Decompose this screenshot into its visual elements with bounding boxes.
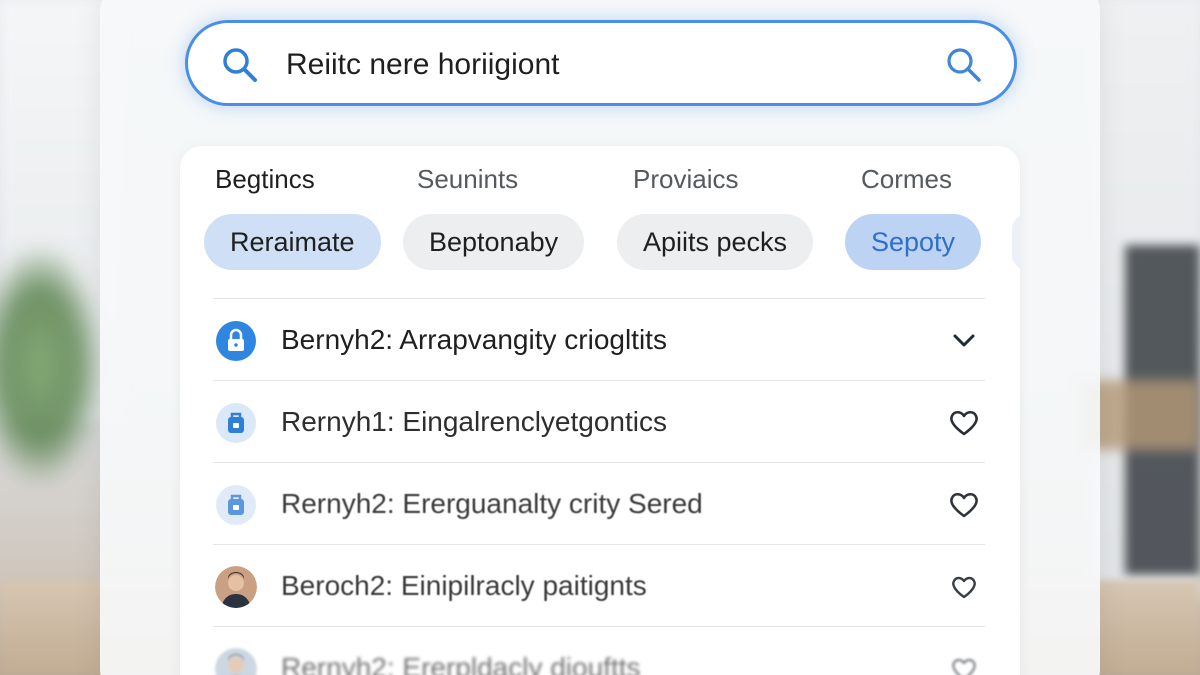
search-input[interactable]	[286, 43, 886, 87]
result-label: Rernyh2: Ererpldacly diouftts	[281, 652, 641, 675]
chip-reraimate[interactable]: Reraimate	[204, 214, 381, 270]
heart-icon[interactable]	[947, 488, 981, 522]
heart-icon[interactable]	[947, 652, 981, 675]
result-label: Rernyh1: Eingalrenclyetgontics	[281, 406, 667, 437]
tab-proviaics[interactable]: Proviaics	[633, 164, 738, 195]
divider	[213, 544, 985, 545]
list-item[interactable]: Rernyh2: Ererguanalty crity Sered	[213, 464, 985, 544]
results-card: Begtincs Seunints Proviaics Cormes Rerai…	[180, 146, 1020, 675]
divider	[213, 626, 985, 627]
heart-icon[interactable]	[947, 570, 981, 604]
chip-overflow[interactable]	[1012, 214, 1020, 270]
list-item[interactable]: Rernyh2: Ererpldacly diouftts	[213, 628, 985, 675]
list-item[interactable]: Beroch2: Einipilracly paitignts	[213, 546, 985, 626]
search-icon[interactable]	[220, 45, 260, 85]
background-plant	[0, 250, 100, 480]
search-submit-icon[interactable]	[944, 45, 984, 85]
result-label: Beroch2: Einipilracly paitignts	[281, 570, 647, 601]
tab-bar: Begtincs Seunints Proviaics Cormes	[180, 164, 1020, 200]
tab-begtincs[interactable]: Begtincs	[215, 164, 315, 195]
chip-sepoty[interactable]: Sepoty	[845, 214, 982, 270]
chevron-down-icon[interactable]	[947, 324, 981, 358]
app-stage: Begtincs Seunints Proviaics Cormes Rerai…	[0, 0, 1200, 675]
chip-beptonaby[interactable]: Beptonaby	[403, 214, 585, 270]
list-item[interactable]: Rernyh1: Eingalrenclyetgontics	[213, 382, 985, 462]
bag-icon	[215, 484, 257, 526]
divider	[213, 298, 985, 299]
divider	[213, 462, 985, 463]
tab-seunints[interactable]: Seunints	[417, 164, 518, 195]
tab-cormes[interactable]: Cormes	[861, 164, 952, 195]
chip-apiits-pecks[interactable]: Apiits pecks	[617, 214, 814, 270]
avatar	[215, 648, 257, 675]
divider	[213, 380, 985, 381]
search-bar[interactable]	[185, 20, 1017, 106]
result-label: Rernyh2: Ererguanalty crity Sered	[281, 488, 703, 519]
result-label: Bernyh2: Arrapvangity criogltits	[281, 324, 667, 355]
avatar	[215, 566, 257, 608]
list-item[interactable]: Bernyh2: Arrapvangity criogltits	[213, 300, 985, 380]
filter-chips: Reraimate Beptonaby Apiits pecks Sepoty	[180, 214, 1020, 270]
bag-icon	[215, 402, 257, 444]
lock-icon	[215, 320, 257, 362]
heart-icon[interactable]	[947, 406, 981, 440]
